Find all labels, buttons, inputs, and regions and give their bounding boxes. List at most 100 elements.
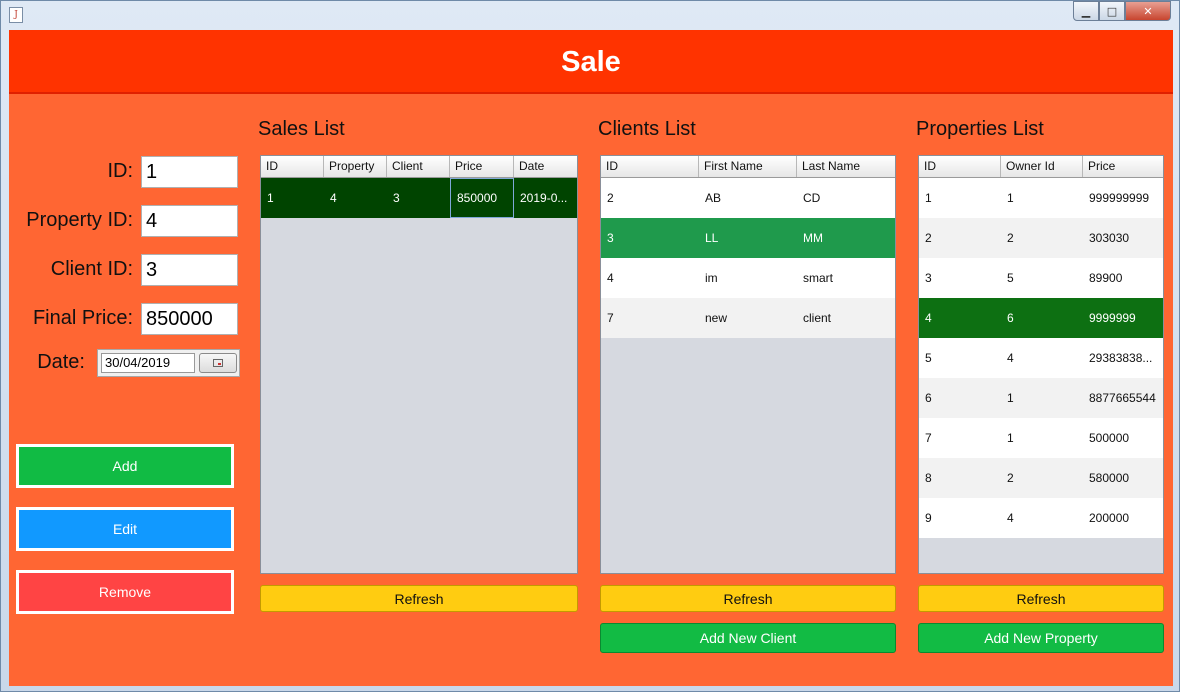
table-row[interactable]: 3 LL MM (601, 218, 895, 258)
properties-col-price[interactable]: Price (1083, 156, 1163, 177)
final-price-field[interactable]: 850000 (141, 303, 238, 335)
table-cell: 500000 (1089, 431, 1130, 445)
table-cell: 29383838... (1089, 351, 1153, 365)
page-title: Sale (561, 46, 621, 78)
table-cell: 999999999 (1089, 191, 1150, 205)
property-id-field[interactable]: 4 (141, 205, 238, 237)
sales-refresh-button[interactable]: Refresh (260, 585, 578, 612)
calendar-icon (213, 359, 223, 367)
table-cell: 7 (925, 431, 932, 445)
minimize-button[interactable]: ▁ (1073, 1, 1099, 21)
table-cell: 3 (393, 191, 400, 205)
table-cell: 1 (1007, 431, 1014, 445)
table-row[interactable]: 7 new client (601, 298, 895, 338)
table-cell: im (705, 271, 718, 285)
clients-col-first-name[interactable]: First Name (699, 156, 797, 177)
date-label: Date: (37, 351, 85, 373)
table-row[interactable]: 4 im smart (601, 258, 895, 298)
table-cell: 8877665544 (1089, 391, 1156, 405)
sales-col-client[interactable]: Client (387, 156, 450, 177)
sale-panel: Sale ID: 1 Property ID: 4 Client ID: 3 F… (9, 30, 1173, 686)
table-row[interactable]: 2 2 303030 (919, 218, 1163, 258)
table-cell: MM (803, 231, 823, 245)
date-picker: 30/04/2019 (97, 349, 240, 377)
table-cell: 9999999 (1089, 311, 1136, 325)
clients-col-last-name[interactable]: Last Name (797, 156, 895, 177)
table-cell: 200000 (1089, 511, 1130, 525)
table-cell: 8 (925, 471, 932, 485)
table-cell: 4 (1007, 511, 1014, 525)
sales-table[interactable]: ID Property Client Price Date 1 4 3 8500… (260, 155, 578, 574)
clients-table[interactable]: ID First Name Last Name 2 AB CD 3 LL MM … (600, 155, 896, 574)
table-cell: AB (705, 191, 722, 205)
table-row[interactable]: 3 5 89900 (919, 258, 1163, 298)
date-picker-button[interactable] (199, 353, 237, 373)
table-cell: 4 (607, 271, 614, 285)
table-row[interactable]: 6 1 8877665544 (919, 378, 1163, 418)
table-cell: 3 (607, 231, 614, 245)
remove-button[interactable]: Remove (16, 570, 234, 614)
table-row[interactable]: 1 1 999999999 (919, 178, 1163, 218)
property-id-label: Property ID: (26, 209, 133, 231)
table-cell: 4 (330, 191, 337, 205)
clients-table-header: ID First Name Last Name (601, 156, 895, 178)
properties-col-id[interactable]: ID (919, 156, 1001, 177)
java-app-icon: J (9, 7, 23, 23)
table-cell: 3 (925, 271, 932, 285)
table-cell: 9 (925, 511, 932, 525)
id-field[interactable]: 1 (141, 156, 238, 188)
table-row[interactable]: 7 1 500000 (919, 418, 1163, 458)
client-id-label: Client ID: (50, 258, 133, 280)
maximize-button[interactable]: □ (1099, 1, 1125, 21)
table-cell: 2 (1007, 231, 1014, 245)
table-cell: 2 (607, 191, 614, 205)
table-cell: 1 (267, 191, 274, 205)
table-cell: 6 (1007, 311, 1014, 325)
properties-table[interactable]: ID Owner Id Price 1 1 999999999 2 2 3030… (918, 155, 1164, 574)
table-cell: 5 (925, 351, 932, 365)
add-button[interactable]: Add (16, 444, 234, 488)
table-row[interactable]: 1 4 3 850000 2019-0... (261, 178, 577, 218)
table-cell: new (705, 311, 728, 325)
sales-list-title: Sales List (258, 118, 345, 140)
table-cell: smart (803, 271, 833, 285)
window-controls: ▁ □ ✕ (1073, 1, 1171, 21)
table-cell: 1 (925, 191, 932, 205)
sales-col-id[interactable]: ID (261, 156, 324, 177)
title-bar[interactable]: J ▁ □ ✕ (1, 1, 1179, 29)
table-cell: 4 (925, 311, 932, 325)
properties-list-title: Properties List (916, 118, 1044, 140)
table-cell: 1 (1007, 191, 1014, 205)
clients-col-id[interactable]: ID (601, 156, 699, 177)
table-cell: 850000 (450, 178, 514, 218)
table-row[interactable]: 5 4 29383838... (919, 338, 1163, 378)
table-row[interactable]: 4 6 9999999 (919, 298, 1163, 338)
sales-col-date[interactable]: Date (514, 156, 577, 177)
application-window: J ▁ □ ✕ Sale ID: 1 Property ID: 4 Client… (0, 0, 1180, 692)
table-cell: 5 (1007, 271, 1014, 285)
id-label: ID: (107, 160, 133, 182)
properties-col-owner-id[interactable]: Owner Id (1001, 156, 1083, 177)
edit-button[interactable]: Edit (16, 507, 234, 551)
table-row[interactable]: 2 AB CD (601, 178, 895, 218)
table-cell: 2 (925, 231, 932, 245)
add-new-property-button[interactable]: Add New Property (918, 623, 1164, 653)
date-field[interactable]: 30/04/2019 (101, 353, 195, 373)
add-new-client-button[interactable]: Add New Client (600, 623, 896, 653)
table-row[interactable]: 8 2 580000 (919, 458, 1163, 498)
clients-list-title: Clients List (598, 118, 696, 140)
sales-col-price[interactable]: Price (450, 156, 514, 177)
client-id-field[interactable]: 3 (141, 254, 238, 286)
page-header: Sale (9, 30, 1173, 94)
table-row[interactable]: 9 4 200000 (919, 498, 1163, 538)
table-cell: CD (803, 191, 821, 205)
clients-refresh-button[interactable]: Refresh (600, 585, 896, 612)
table-cell: 6 (925, 391, 932, 405)
sales-col-property[interactable]: Property (324, 156, 387, 177)
close-button[interactable]: ✕ (1125, 1, 1171, 21)
table-cell: 303030 (1089, 231, 1130, 245)
table-cell: 2 (1007, 471, 1014, 485)
table-cell: client (803, 311, 832, 325)
properties-refresh-button[interactable]: Refresh (918, 585, 1164, 612)
table-cell: 89900 (1089, 271, 1123, 285)
